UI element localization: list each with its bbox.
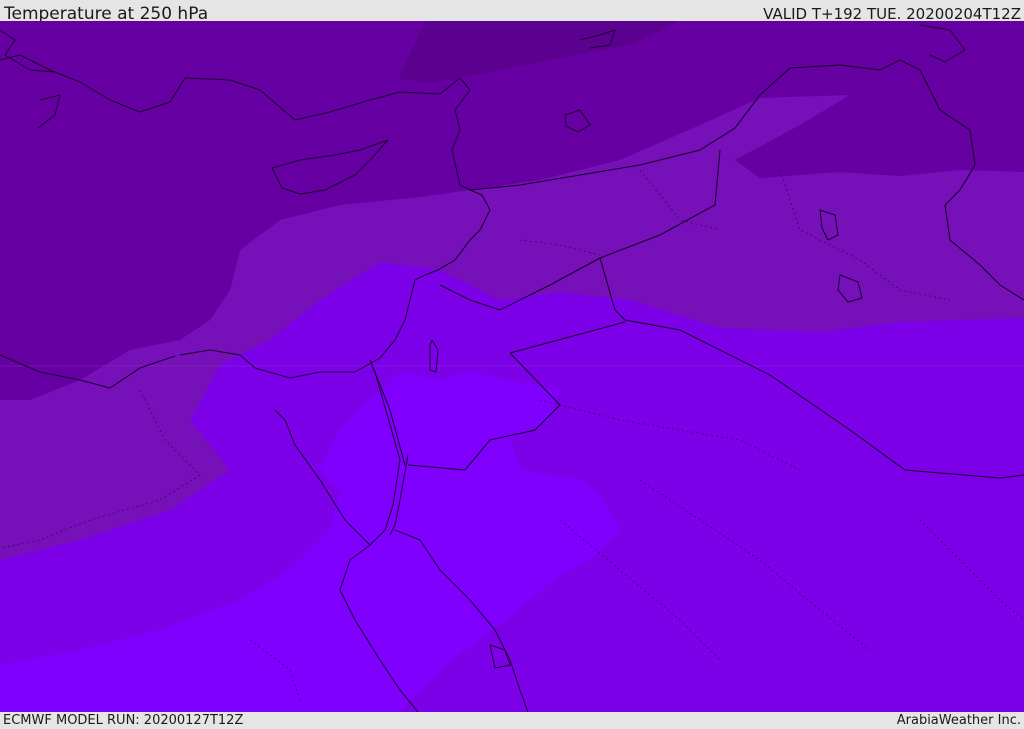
model-run-label: ECMWF MODEL RUN: 20200127T12Z (3, 713, 244, 728)
credit-label: ArabiaWeather Inc. (896, 713, 1021, 728)
footer-bar: ECMWF MODEL RUN: 20200127T12Z ArabiaWeat… (0, 712, 1024, 729)
map-canvas (0, 21, 1024, 712)
weather-map[interactable] (0, 21, 1024, 712)
header-bar: Temperature at 250 hPa VALID T+192 TUE. … (0, 0, 1024, 24)
